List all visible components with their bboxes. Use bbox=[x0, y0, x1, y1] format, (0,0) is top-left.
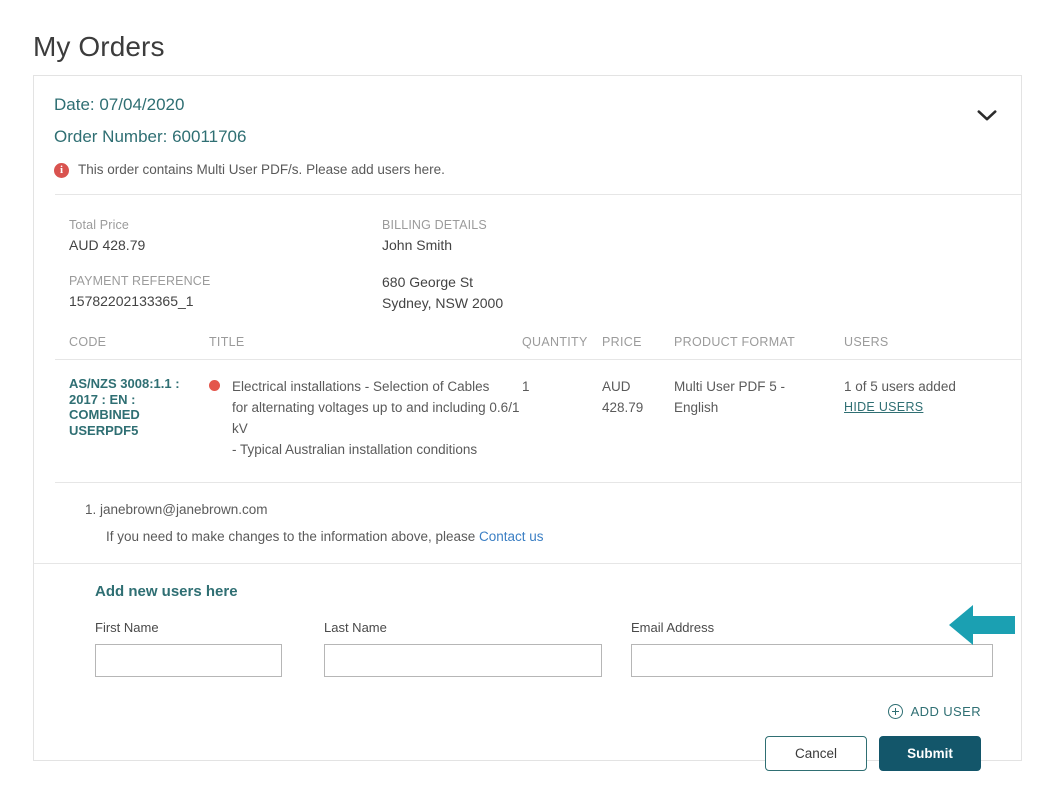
users-added-count: 1 of 5 users added bbox=[844, 376, 1021, 397]
first-name-label: First Name bbox=[95, 619, 282, 636]
cell-product-format: Multi User PDF 5 - English bbox=[674, 376, 844, 460]
my-orders-page: My Orders Date: 07/04/2020 Order Number:… bbox=[0, 0, 1055, 808]
product-title: Electrical installations - Selection of … bbox=[232, 376, 522, 460]
add-user-button[interactable]: ADD USER bbox=[888, 704, 981, 719]
table-row: AS/NZS 3008:1.1 : 2017 : EN : COMBINED U… bbox=[34, 360, 1021, 482]
cell-code: AS/NZS 3008:1.1 : 2017 : EN : COMBINED U… bbox=[34, 376, 209, 460]
add-user-label: ADD USER bbox=[911, 704, 981, 719]
table-header-row: CODE TITLE QUANTITY PRICE PRODUCT FORMAT… bbox=[34, 334, 1021, 359]
column-header-price: PRICE bbox=[602, 334, 674, 350]
product-code-link[interactable]: AS/NZS 3008:1.1 : 2017 : EN : COMBINED U… bbox=[69, 376, 209, 438]
total-price-block: Total Price AUD 428.79 bbox=[69, 217, 382, 255]
add-new-users-form: Add new users here First Name Last Name … bbox=[34, 564, 1021, 771]
multi-user-notice-text: This order contains Multi User PDF/s. Pl… bbox=[78, 162, 445, 178]
total-price-value: AUD 428.79 bbox=[69, 236, 382, 255]
column-header-title: TITLE bbox=[209, 334, 522, 350]
payment-reference-value: 15782202133365_1 bbox=[69, 292, 382, 311]
form-fields-row: First Name Last Name Email Address bbox=[34, 619, 1021, 677]
add-new-users-heading: Add new users here bbox=[34, 582, 1021, 602]
column-header-code: CODE bbox=[34, 334, 209, 350]
email-address-input[interactable] bbox=[631, 644, 993, 677]
product-title-line-2: for alternating voltages up to and inclu… bbox=[232, 400, 519, 436]
billing-details-block: BILLING DETAILS John Smith 680 George St… bbox=[382, 217, 1021, 314]
order-header: Date: 07/04/2020 Order Number: 60011706 … bbox=[34, 76, 1021, 194]
email-address-field-group: Email Address bbox=[631, 619, 993, 677]
first-name-field-group: First Name bbox=[95, 619, 282, 677]
last-name-label: Last Name bbox=[324, 619, 602, 636]
last-name-field-group: Last Name bbox=[324, 619, 602, 677]
cell-users: 1 of 5 users added HIDE USERS bbox=[844, 376, 1021, 460]
payment-reference-label: PAYMENT REFERENCE bbox=[69, 273, 382, 289]
order-number: Order Number: 60011706 bbox=[54, 125, 1021, 148]
cell-price: AUD 428.79 bbox=[602, 376, 674, 460]
order-date: Date: 07/04/2020 bbox=[54, 93, 1021, 116]
page-title: My Orders bbox=[33, 30, 165, 64]
summary-left-column: Total Price AUD 428.79 PAYMENT REFERENCE… bbox=[34, 217, 382, 314]
list-item: 1. janebrown@janebrown.com bbox=[34, 500, 1021, 520]
first-name-input[interactable] bbox=[95, 644, 282, 677]
contact-us-link[interactable]: Contact us bbox=[479, 529, 544, 544]
billing-details-label: BILLING DETAILS bbox=[382, 217, 1021, 233]
column-header-product-format: PRODUCT FORMAT bbox=[674, 334, 844, 350]
form-actions: Cancel Submit bbox=[34, 736, 1021, 771]
cancel-button[interactable]: Cancel bbox=[765, 736, 867, 771]
last-name-input[interactable] bbox=[324, 644, 602, 677]
product-title-line-3: - Typical Australian installation condit… bbox=[232, 442, 477, 457]
billing-address-line-2: Sydney, NSW 2000 bbox=[382, 293, 1021, 314]
added-users-section: 1. janebrown@janebrown.com If you need t… bbox=[34, 483, 1021, 563]
plus-circle-icon bbox=[888, 704, 903, 719]
price-currency: AUD bbox=[602, 376, 674, 397]
cell-title: Electrical installations - Selection of … bbox=[209, 376, 522, 460]
order-items-table: CODE TITLE QUANTITY PRICE PRODUCT FORMAT… bbox=[34, 334, 1021, 482]
column-header-quantity: QUANTITY bbox=[522, 334, 602, 350]
order-card: Date: 07/04/2020 Order Number: 60011706 … bbox=[33, 75, 1022, 761]
hide-users-link[interactable]: HIDE USERS bbox=[844, 400, 923, 414]
red-status-dot-icon bbox=[209, 380, 220, 391]
column-header-users: USERS bbox=[844, 334, 1021, 350]
changes-note-text: If you need to make changes to the infor… bbox=[106, 529, 479, 544]
cell-quantity: 1 bbox=[522, 376, 602, 460]
price-amount: 428.79 bbox=[602, 397, 674, 418]
changes-note: If you need to make changes to the infor… bbox=[34, 527, 1021, 547]
billing-name: John Smith bbox=[382, 236, 1021, 255]
add-user-row: ADD USER bbox=[34, 704, 1021, 719]
billing-address-line-1: 680 George St bbox=[382, 272, 1021, 293]
quantity-value: 1 bbox=[522, 379, 530, 394]
product-format-line-1: Multi User PDF 5 - bbox=[674, 376, 844, 397]
product-title-line-1: Electrical installations - Selection of … bbox=[232, 379, 489, 394]
product-format-line-2: English bbox=[674, 397, 844, 418]
chevron-down-icon[interactable] bbox=[973, 102, 1001, 130]
total-price-label: Total Price bbox=[69, 217, 382, 233]
info-icon: i bbox=[54, 163, 69, 178]
email-address-label: Email Address bbox=[631, 619, 993, 636]
multi-user-notice: i This order contains Multi User PDF/s. … bbox=[54, 162, 1021, 178]
order-summary: Total Price AUD 428.79 PAYMENT REFERENCE… bbox=[34, 195, 1021, 334]
submit-button[interactable]: Submit bbox=[879, 736, 981, 771]
payment-reference-block: PAYMENT REFERENCE 15782202133365_1 bbox=[69, 273, 382, 311]
